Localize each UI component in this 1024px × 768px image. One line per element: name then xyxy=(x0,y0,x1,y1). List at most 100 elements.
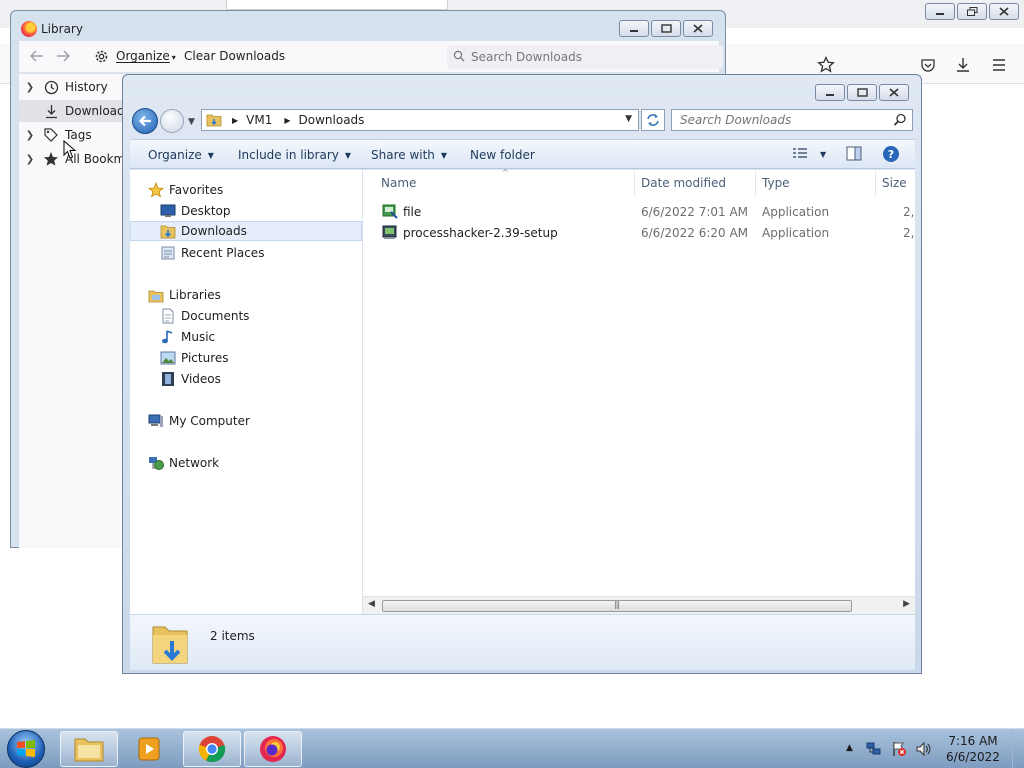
nav-item-label: Downloads xyxy=(181,224,247,238)
column-header-type[interactable]: Type xyxy=(756,170,876,196)
nav-item-videos[interactable]: Videos xyxy=(160,369,221,389)
show-hidden-icons-arrow[interactable]: ▲ xyxy=(846,743,853,753)
browser-minimize-button[interactable] xyxy=(925,3,955,20)
details-view-icon xyxy=(793,148,807,158)
nav-item-recent-places[interactable]: Recent Places xyxy=(160,243,264,263)
back-button[interactable] xyxy=(132,108,158,134)
share-with-button[interactable]: Share with ▼ xyxy=(371,148,447,162)
table-row[interactable]: file 6/6/2022 7:01 AM Application 2, xyxy=(363,202,915,222)
nav-item-label: Pictures xyxy=(181,351,229,365)
organize-button[interactable]: Organize ▼ xyxy=(148,148,214,162)
breadcrumb-separator[interactable]: ▶ xyxy=(284,116,290,125)
search-icon[interactable] xyxy=(893,113,907,130)
nav-item-documents[interactable]: Documents xyxy=(160,306,249,326)
chrome-icon xyxy=(198,736,226,763)
explorer-maximize-button[interactable] xyxy=(847,84,877,101)
library-maximize-button[interactable] xyxy=(651,20,681,37)
library-search-placeholder: Search Downloads xyxy=(471,50,582,64)
explorer-minimize-button[interactable] xyxy=(815,84,845,101)
scrollbar-thumb[interactable]: ||| xyxy=(382,600,852,612)
explorer-close-button[interactable] xyxy=(879,84,909,101)
help-button[interactable]: ? xyxy=(882,145,900,163)
nav-item-label: Music xyxy=(181,330,216,344)
search-icon xyxy=(453,50,465,65)
column-header-name[interactable]: Name xyxy=(375,170,635,196)
nav-item-libraries[interactable]: Libraries xyxy=(148,285,221,305)
recent-pages-dropdown[interactable]: ▼ xyxy=(188,117,195,127)
table-row[interactable]: processhacker-2.39-setup 6/6/2022 6:20 A… xyxy=(363,223,915,243)
explorer-search-input[interactable] xyxy=(680,113,890,127)
scroll-right-arrow-icon[interactable]: ▶ xyxy=(903,599,910,609)
nav-item-desktop[interactable]: Desktop xyxy=(160,201,231,221)
browser-tab[interactable] xyxy=(226,0,448,10)
menu-icon[interactable] xyxy=(988,54,1010,76)
clock-time: 7:16 AM xyxy=(948,734,998,748)
breadcrumb-vm1[interactable]: VM1 xyxy=(246,113,272,127)
nav-item-label: Libraries xyxy=(169,288,221,302)
include-in-library-button[interactable]: Include in library ▼ xyxy=(238,148,351,162)
taskbar-chrome-button[interactable] xyxy=(183,731,241,767)
library-search-input[interactable]: Search Downloads xyxy=(447,45,723,69)
taskbar-explorer-button[interactable] xyxy=(60,731,118,767)
chevron-right-icon[interactable]: ❯ xyxy=(19,130,41,141)
star-icon[interactable] xyxy=(815,54,837,76)
explorer-window: ▼ ▶ VM1 ▶ Downloads ▼ Organize ▼ Include … xyxy=(122,74,922,674)
taskbar-firefox-button[interactable] xyxy=(244,731,302,767)
column-header-size[interactable]: Size xyxy=(876,170,915,196)
browser-caption-buttons xyxy=(925,3,1019,20)
volume-icon[interactable] xyxy=(915,741,931,760)
nav-item-my-computer[interactable]: My Computer xyxy=(148,411,250,431)
pocket-icon[interactable] xyxy=(917,54,939,76)
address-bar[interactable]: ▶ VM1 ▶ Downloads ▼ xyxy=(201,109,639,131)
nav-item-pictures[interactable]: Pictures xyxy=(160,348,229,368)
library-close-button[interactable] xyxy=(683,20,713,37)
new-folder-button[interactable]: New folder xyxy=(470,148,535,162)
file-name-cell[interactable]: processhacker-2.39-setup xyxy=(382,224,558,243)
network-tray-icon[interactable] xyxy=(866,741,882,760)
file-date: 6/6/2022 6:20 AM xyxy=(641,226,749,240)
action-center-flag-icon[interactable] xyxy=(891,741,907,760)
download-icon[interactable] xyxy=(952,54,974,76)
preview-pane-button[interactable] xyxy=(846,146,862,161)
nav-item-music[interactable]: Music xyxy=(160,327,215,347)
explorer-search-field[interactable] xyxy=(671,109,913,131)
view-options-button[interactable]: ▼ xyxy=(792,147,826,161)
forward-arrow-icon[interactable] xyxy=(55,48,71,67)
organize-menu-button[interactable]: Organize ▾ xyxy=(116,49,176,63)
breadcrumb-downloads[interactable]: Downloads xyxy=(299,113,365,127)
address-dropdown-icon[interactable]: ▼ xyxy=(625,114,632,124)
back-arrow-icon[interactable] xyxy=(29,48,45,67)
column-header-date[interactable]: Date modified xyxy=(635,170,756,196)
library-toolbar: Organize ▾ Clear Downloads Search Downloa… xyxy=(19,41,723,73)
recent-places-icon xyxy=(160,245,176,261)
file-type: Application xyxy=(762,205,830,219)
breadcrumb-separator[interactable]: ▶ xyxy=(232,116,238,125)
system-clock[interactable]: 7:16 AM 6/6/2022 xyxy=(940,733,1006,765)
show-desktop-button[interactable] xyxy=(1012,729,1024,768)
desktop-icon xyxy=(160,203,176,219)
help-icon: ? xyxy=(883,146,899,162)
start-button[interactable] xyxy=(7,730,45,768)
library-minimize-button[interactable] xyxy=(619,20,649,37)
nav-item-downloads[interactable]: Downloads xyxy=(130,221,362,241)
windows-logo-icon xyxy=(17,740,35,757)
browser-restore-button[interactable] xyxy=(957,3,987,20)
refresh-button[interactable] xyxy=(641,109,665,131)
file-name-cell[interactable]: file xyxy=(382,203,421,222)
item-count: 2 items xyxy=(210,629,255,643)
browser-close-button[interactable] xyxy=(989,3,1019,20)
nav-item-network[interactable]: Network xyxy=(148,453,219,473)
chevron-down-icon: ▼ xyxy=(820,149,827,159)
firefox-icon xyxy=(260,736,286,762)
scroll-left-arrow-icon[interactable]: ◀ xyxy=(368,599,375,609)
chevron-right-icon[interactable]: ❯ xyxy=(19,82,41,93)
forward-button[interactable] xyxy=(160,109,184,133)
chevron-right-icon[interactable]: ❯ xyxy=(19,154,41,165)
clear-downloads-button[interactable]: Clear Downloads xyxy=(184,49,285,63)
taskbar-media-player-button[interactable] xyxy=(120,731,178,767)
nav-item-favorites[interactable]: Favorites xyxy=(148,180,223,200)
horizontal-scrollbar[interactable]: ◀ ||| ▶ xyxy=(363,596,915,614)
installer-icon xyxy=(382,224,398,243)
tag-icon xyxy=(41,127,61,143)
library-caption-buttons xyxy=(619,20,713,37)
